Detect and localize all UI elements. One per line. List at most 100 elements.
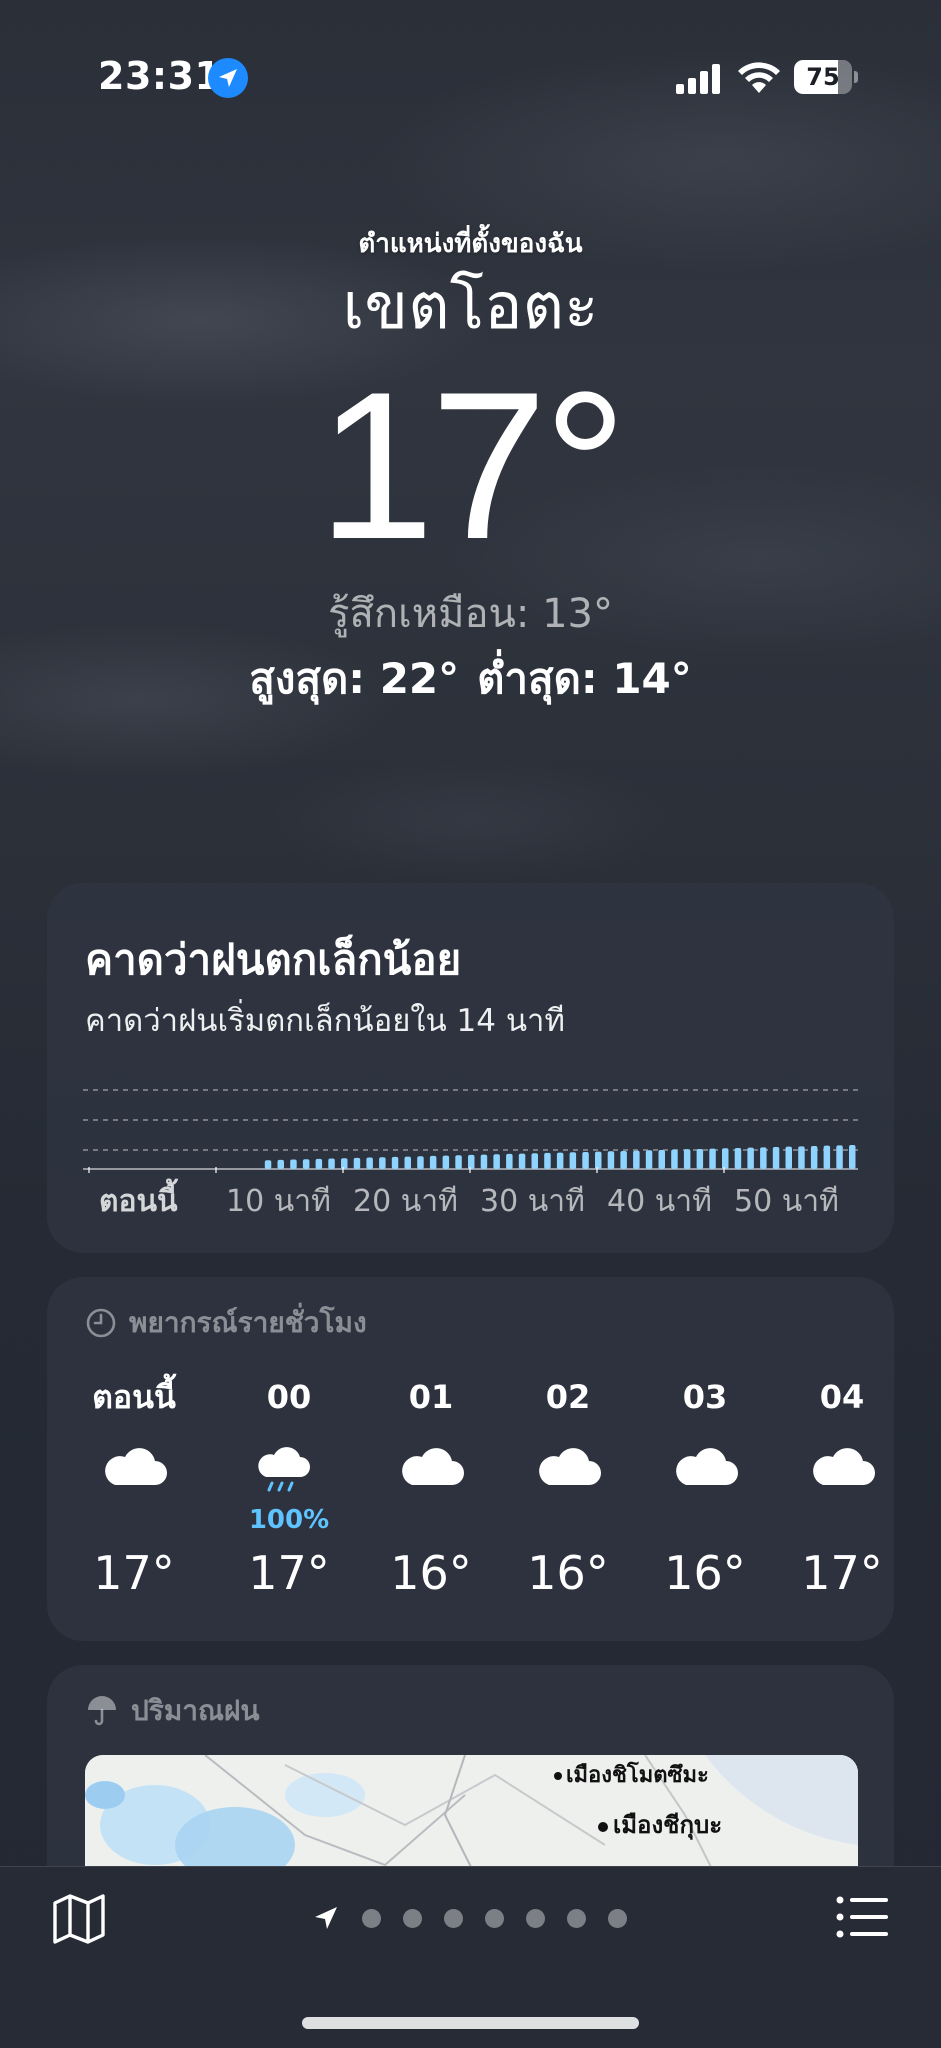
hour-temp: 16° [527,1546,609,1600]
home-indicator[interactable] [302,2017,639,2029]
map-label-tsukuba: เมืองชีกุบะ [613,1811,723,1839]
rain-bar [442,1155,450,1169]
page-indicator[interactable] [312,1903,627,1933]
status-time: 23:31 [98,54,222,98]
hour-item-now[interactable]: ตอนนี้ 17° [74,1375,194,1603]
hour-temp: 16° [390,1546,472,1600]
rain-bar [849,1145,856,1169]
rain-bar [696,1148,704,1169]
hour-item-02[interactable]: 02 16° [508,1375,628,1603]
cloud-icon [670,1441,740,1491]
page-dot[interactable] [362,1908,381,1928]
rain-bar [429,1155,437,1169]
page-dot[interactable] [403,1908,422,1928]
rain-bar [341,1158,348,1169]
rain-bar [264,1160,272,1169]
rain-bar [302,1159,310,1169]
hour-item-01[interactable]: 01 16° [371,1375,491,1603]
rain-bar [518,1153,526,1169]
rain-bar [328,1158,335,1169]
rain-bar [709,1148,716,1169]
rain-bar [366,1157,373,1169]
hour-time: 01 [408,1378,454,1416]
hour-item-04[interactable]: 04 17° [782,1375,902,1603]
cellular-signal-icon [676,64,720,94]
rain-bar [468,1154,475,1169]
hour-time: ตอนนี้ [92,1378,176,1416]
rain-bar [544,1152,551,1169]
battery-indicator: 75 [794,60,858,94]
page-dot[interactable] [526,1908,545,1928]
rain-bar [556,1152,564,1169]
hour-time: 00 [266,1378,312,1416]
rain-bar [290,1159,297,1169]
precip-probability: 100% [248,1505,330,1535]
page-dot[interactable] [608,1908,627,1928]
cloud-icon [533,1441,603,1491]
cloud-icon [396,1441,466,1491]
map-city-dot [554,1772,562,1780]
page-dot[interactable] [485,1908,504,1928]
high-temp: สูงสุด: 22° [249,654,460,703]
rain-bar [404,1156,411,1169]
hourly-header-label: พยากรณ์รายชั่วโมง [129,1306,367,1339]
rain-bar [658,1149,665,1169]
rain-chart-svg [83,1089,858,1177]
rain-bar [734,1147,742,1169]
rain-card-title: คาดว่าฝนตกเล็กน้อย [85,935,462,984]
hour-temp: 17° [801,1546,883,1600]
tick-20: 20 นาที [353,1184,458,1219]
list-icon[interactable] [836,1895,890,1939]
rain-bar [595,1151,602,1169]
rain-bar [747,1147,754,1169]
location-active-icon [208,58,248,98]
hour-item-00[interactable]: 00 100% 17° [229,1375,349,1603]
hour-temp: 16° [664,1546,746,1600]
rain-bar [810,1145,818,1169]
rain-bar [277,1159,284,1169]
rain-bar [760,1147,767,1169]
rain-bar [645,1150,653,1169]
umbrella-icon [88,1696,116,1726]
hour-temp: 17° [248,1546,330,1600]
low-temp: ต่ำสุด: 14° [477,654,692,703]
rain-bar [531,1153,538,1169]
map-city-dot [598,1822,608,1832]
hour-item-03[interactable]: 03 16° [645,1375,765,1603]
hour-time: 04 [819,1378,865,1416]
rain-bar [683,1149,691,1169]
location-arrow-icon[interactable] [312,1904,340,1932]
map-icon[interactable] [52,1893,106,1945]
rain-bar [480,1154,488,1169]
hourly-header: พยากรณ์รายชั่วโมง [85,1303,367,1343]
rain-bar [353,1157,361,1169]
rain-bar [772,1146,780,1169]
clock-icon [86,1308,116,1338]
rain-intensity-chart: ตอนนี้ 10 นาที 20 นาที 30 นาที 40 นาที 5… [83,1058,858,1219]
location-caption: ตำแหน่งที่ตั้งของฉัน [358,229,583,259]
rain-bar [569,1152,577,1169]
tick-10: 10 นาที [226,1184,331,1219]
rain-card-subtitle: คาดว่าฝนเริ่มตกเล็กน้อยใน 14 นาที [85,1003,565,1039]
page-dot[interactable] [567,1908,586,1928]
rain-bar [633,1150,640,1169]
tick-40: 40 นาที [607,1184,712,1219]
rain-bar [798,1146,805,1169]
current-temperature: 17° [317,348,628,583]
rain-bar [315,1158,323,1169]
page-dot[interactable] [444,1908,463,1928]
tick-now: ตอนนี้ [99,1184,178,1219]
precip-header-label: ปริมาณฝน [131,1694,260,1727]
city-name: เขตโอตะ [342,270,599,344]
feels-like: รู้สึกเหมือน: 13° [328,591,613,637]
next-hour-rain-card[interactable]: คาดว่าฝนตกเล็กน้อย คาดว่าฝนเริ่มตกเล็กน้… [47,883,894,1253]
rain-bar [607,1151,615,1169]
map-label-shimotsuma: เมืองชิโมตซึมะ [566,1763,709,1788]
current-weather-header: ตำแหน่งที่ตั้งของฉัน เขตโอตะ 17° รู้สึกเ… [0,226,941,708]
rain-bar [836,1145,843,1169]
precip-header: ปริมาณฝน [85,1691,260,1731]
hour-temp: 17° [93,1546,175,1600]
rain-bar [823,1145,831,1169]
hourly-forecast-card[interactable]: พยากรณ์รายชั่วโมง ตอนนี้ 17° 00 100% 17°… [47,1277,894,1641]
hour-time: 02 [545,1378,591,1416]
